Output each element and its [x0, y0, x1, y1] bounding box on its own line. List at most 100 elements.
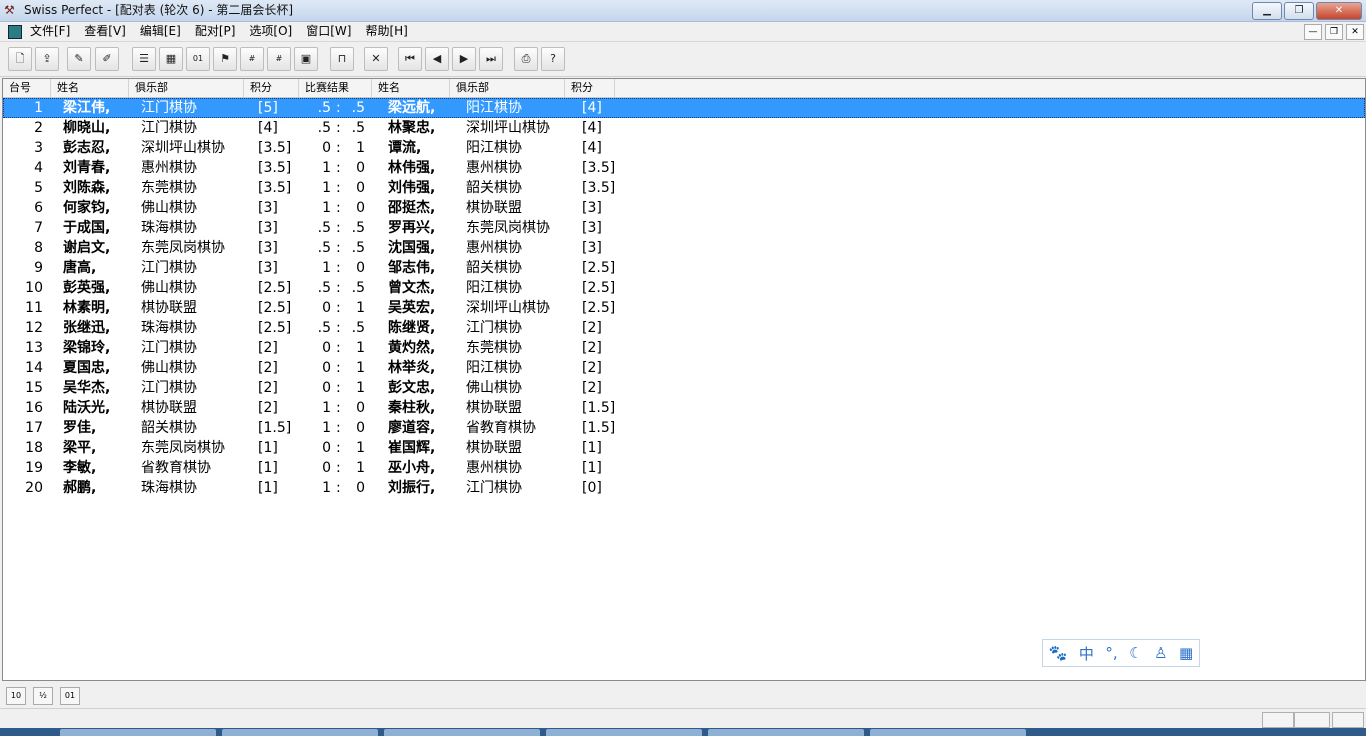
- print-icon[interactable]: ⎙: [514, 47, 538, 71]
- player-name: 于成国,: [63, 220, 111, 236]
- table-row[interactable]: 2 柳晓山, 江门棋协 [4] .5: .5 林聚忠, 深圳坪山棋协 [4]: [3, 118, 1365, 138]
- table-row[interactable]: 11 林素明, 棋协联盟 [2.5] 0:1 吴英宏, 深圳坪山棋协 [2.5]: [3, 298, 1365, 318]
- table-row[interactable]: 20 郝鹏, 珠海棋协 [1] 1:0 刘振行, 江门棋协 [0]: [3, 478, 1365, 498]
- document-icon[interactable]: [8, 25, 22, 39]
- table-icon[interactable]: ⊓: [330, 47, 354, 71]
- next-icon[interactable]: ▶: [452, 47, 476, 71]
- menu-item-6[interactable]: 帮助[H]: [365, 24, 414, 39]
- table-row[interactable]: 8 谢启文, 东莞凤岗棋协 [3] .5: .5 沈国强, 惠州棋协 [3]: [3, 238, 1365, 258]
- menu-item-1[interactable]: 查看[V]: [84, 24, 133, 39]
- table-row[interactable]: 15 吴华杰, 江门棋协 [2] 0:1 彭文忠, 佛山棋协 [2]: [3, 378, 1365, 398]
- table-row[interactable]: 17 罗佳, 韶关棋协 [1.5] 1:0 廖道容, 省教育棋协 [1.5]: [3, 418, 1365, 438]
- menu-item-5[interactable]: 窗口[W]: [306, 24, 358, 39]
- table-row[interactable]: 19 李敏, 省教育棋协 [1] 0:1 巫小舟, 惠州棋协 [1]: [3, 458, 1365, 478]
- result-separator: :: [336, 460, 341, 476]
- results-icon[interactable]: ⚑: [213, 47, 237, 71]
- table-row[interactable]: 7 于成国, 珠海棋协 [3] .5: .5 罗再兴, 东莞凤岗棋协 [3]: [3, 218, 1365, 238]
- player-points: [2]: [258, 400, 278, 416]
- win-result-icon[interactable]: 10: [6, 687, 26, 705]
- player-name: 彭英强,: [63, 280, 111, 296]
- header-name[interactable]: 姓名: [51, 79, 129, 97]
- chinese-mode-icon[interactable]: 中: [1079, 643, 1094, 664]
- cross-icon[interactable]: ✕: [364, 47, 388, 71]
- result-separator: :: [336, 320, 341, 336]
- player-club: 珠海棋协: [141, 220, 197, 236]
- ratings-2285-icon[interactable]: #: [240, 47, 264, 71]
- table-row[interactable]: 1 梁江伟, 江门棋协 [5] .5: .5 梁远航, 阳江棋协 [4]: [3, 98, 1365, 118]
- result-separator: :: [336, 100, 341, 116]
- table-row[interactable]: 9 唐高, 江门棋协 [3] 1:0 邹志伟, 韶关棋协 [2.5]: [3, 258, 1365, 278]
- table-view-icon[interactable]: ▦: [159, 47, 183, 71]
- maximize-icon[interactable]: ❐: [1284, 2, 1314, 20]
- loss-result-icon[interactable]: 01: [60, 687, 80, 705]
- header-board[interactable]: 台号: [3, 79, 51, 97]
- menu-item-4[interactable]: 选项[O]: [249, 24, 299, 39]
- player-club: 棋协联盟: [141, 400, 197, 416]
- result-score-2: 0: [356, 260, 365, 276]
- taskbar-button[interactable]: [222, 729, 378, 736]
- opponent-name: 刘振行,: [388, 480, 436, 496]
- opponent-name: 吴英宏,: [388, 300, 436, 316]
- player-points: [2]: [258, 360, 278, 376]
- table-row[interactable]: 13 梁锦玲, 江门棋协 [2] 0:1 黄灼然, 东莞棋协 [2]: [3, 338, 1365, 358]
- mdi-minimize-icon[interactable]: —: [1304, 24, 1322, 40]
- minimize-icon[interactable]: ▁: [1252, 2, 1282, 20]
- table-row[interactable]: 4 刘青春, 惠州棋协 [3.5] 1:0 林伟强, 惠州棋协 [3.5]: [3, 158, 1365, 178]
- table-row[interactable]: 12 张继迅, 珠海棋协 [2.5] .5: .5 陈继贤, 江门棋协 [2]: [3, 318, 1365, 338]
- taskbar-button[interactable]: [870, 729, 1026, 736]
- numbers-1236-icon[interactable]: #: [267, 47, 291, 71]
- edit-pencil-2-icon[interactable]: ✐: [95, 47, 119, 71]
- crosstable-icon[interactable]: ▣: [294, 47, 318, 71]
- table-row[interactable]: 3 彭志忍, 深圳坪山棋协 [3.5] 0:1 谭流, 阳江棋协 [4]: [3, 138, 1365, 158]
- menu-item-2[interactable]: 编辑[E]: [140, 24, 188, 39]
- opponent-club: 惠州棋协: [466, 460, 522, 476]
- opponent-club: 棋协联盟: [466, 200, 522, 216]
- paw-icon[interactable]: 🐾: [1049, 644, 1068, 662]
- table-row[interactable]: 5 刘陈森, 东莞棋协 [3.5] 1:0 刘伟强, 韶关棋协 [3.5]: [3, 178, 1365, 198]
- moon-icon[interactable]: ☾: [1129, 644, 1142, 662]
- player-club: 珠海棋协: [141, 480, 197, 496]
- player-points: [5]: [258, 100, 278, 116]
- header-club[interactable]: 俱乐部: [129, 79, 244, 97]
- user-icon[interactable]: ♙: [1154, 644, 1167, 662]
- first-icon[interactable]: ⏮: [398, 47, 422, 71]
- table-row[interactable]: 14 夏国忠, 佛山棋协 [2] 0:1 林举炎, 阳江棋协 [2]: [3, 358, 1365, 378]
- mdi-close-icon[interactable]: ✕: [1346, 24, 1364, 40]
- taskbar-button[interactable]: [546, 729, 702, 736]
- grid-icon[interactable]: ▦: [1179, 644, 1193, 662]
- table-row[interactable]: 18 梁平, 东莞凤岗棋协 [1] 0:1 崔国辉, 棋协联盟 [1]: [3, 438, 1365, 458]
- mdi-restore-icon[interactable]: ❐: [1325, 24, 1343, 40]
- header-points-2[interactable]: 积分: [565, 79, 615, 97]
- player-name: 梁江伟,: [63, 100, 111, 116]
- opponent-name: 廖道容,: [388, 420, 436, 436]
- pairings-binary-icon[interactable]: 01: [186, 47, 210, 71]
- table-row[interactable]: 6 何家钧, 佛山棋协 [3] 1:0 邵挺杰, 棋协联盟 [3]: [3, 198, 1365, 218]
- header-result[interactable]: 比赛结果: [299, 79, 372, 97]
- taskbar-button[interactable]: [60, 729, 216, 736]
- punctuation-icon[interactable]: °,: [1105, 644, 1117, 662]
- table-row[interactable]: 10 彭英强, 佛山棋协 [2.5] .5: .5 曾文杰, 阳江棋协 [2.5]: [3, 278, 1365, 298]
- last-icon[interactable]: ⏭: [479, 47, 503, 71]
- taskbar-button[interactable]: [708, 729, 864, 736]
- player-name: 夏国忠,: [63, 360, 111, 376]
- player-list-icon[interactable]: ☰: [132, 47, 156, 71]
- help-icon[interactable]: ?: [541, 47, 565, 71]
- player-name: 张继迅,: [63, 320, 111, 336]
- edit-pencil-icon[interactable]: ✎: [67, 47, 91, 71]
- taskbar-button[interactable]: [384, 729, 540, 736]
- header-points[interactable]: 积分: [244, 79, 299, 97]
- player-points: [1.5]: [258, 420, 292, 436]
- header-name-2[interactable]: 姓名: [372, 79, 450, 97]
- table-body: 1 梁江伟, 江门棋协 [5] .5: .5 梁远航, 阳江棋协 [4] 2 柳晓山, 江门棋协 [4]…: [3, 98, 1365, 498]
- menu-item-3[interactable]: 配对[P]: [195, 24, 243, 39]
- new-tournament-icon[interactable]: 🗋: [8, 47, 32, 71]
- prev-icon[interactable]: ◀: [425, 47, 449, 71]
- header-club-2[interactable]: 俱乐部: [450, 79, 565, 97]
- result-separator: :: [336, 180, 341, 196]
- menu-item-0[interactable]: 文件[F]: [30, 24, 77, 39]
- export-icon[interactable]: ⇪: [35, 47, 59, 71]
- result-score-1: 0: [322, 360, 331, 376]
- close-icon[interactable]: ✕: [1316, 2, 1362, 20]
- table-row[interactable]: 16 陆沃光, 棋协联盟 [2] 1:0 秦柱秋, 棋协联盟 [1.5]: [3, 398, 1365, 418]
- draw-result-icon[interactable]: ½: [33, 687, 53, 705]
